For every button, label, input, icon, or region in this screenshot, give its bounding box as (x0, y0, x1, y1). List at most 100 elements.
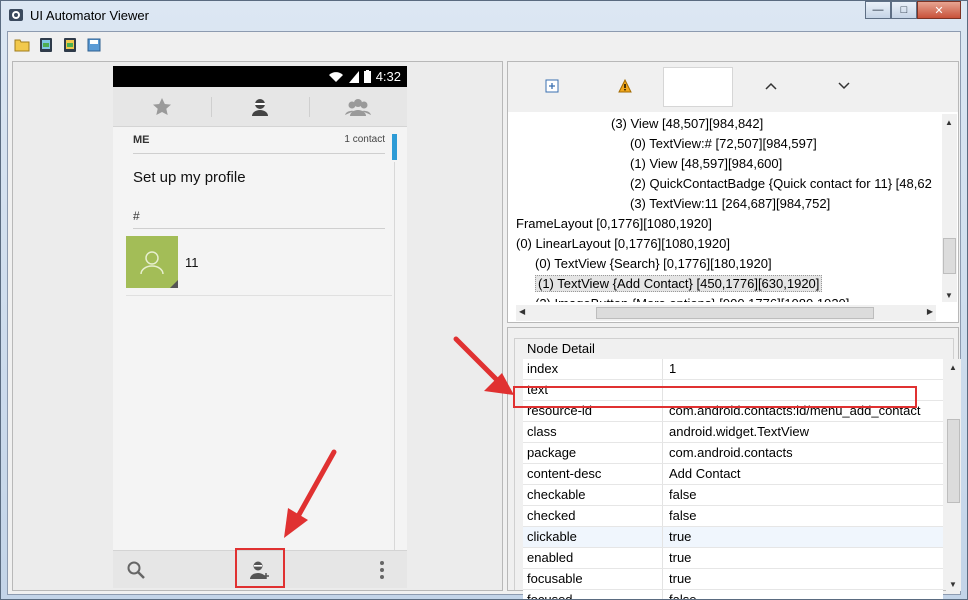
node-detail-pane: Node Detail index 1 text resource-id com.and… (507, 327, 961, 599)
detail-scroll-up-icon[interactable]: ▲ (949, 363, 957, 372)
scroll-right-arrow-icon[interactable]: ▶ (927, 307, 933, 316)
detail-key: checkable (523, 485, 663, 505)
tab-favorites[interactable] (113, 87, 211, 126)
tree-vertical-scrollbar[interactable]: ▲ ▼ (942, 114, 957, 302)
detail-row-enabled[interactable]: enabled true (523, 548, 943, 569)
close-button[interactable]: ✕ (917, 1, 961, 19)
tree-node-label: (3) View [48,507][984,842] (611, 116, 764, 131)
status-time: 4:32 (375, 69, 401, 84)
detail-value: Add Contact (669, 466, 741, 481)
tree-node-label: FrameLayout [0,1776][1080,1920] (516, 216, 712, 231)
more-options-button[interactable] (371, 559, 393, 581)
detail-row-clickable[interactable]: clickable true (523, 527, 943, 548)
search-icon (127, 561, 145, 579)
tree-node[interactable]: (0) TextView:# [72,507][984,597] (516, 134, 936, 154)
tab-groups[interactable] (309, 87, 407, 126)
detail-value: android.widget.TextView (669, 424, 809, 439)
tree-node-label: (1) TextView {Add Contact} [450,1776][63… (535, 275, 823, 292)
tree-node[interactable]: (3) TextView:11 [264,687][984,752] (516, 194, 936, 214)
tree-node[interactable]: (1) TextView {Add Contact} [450,1776][63… (516, 274, 936, 294)
annotation-arrow-icon (284, 449, 337, 538)
tree-node[interactable]: (3) View [48,507][984,842] (516, 114, 936, 134)
detail-value: com.android.contacts (669, 445, 793, 460)
save-icon[interactable] (85, 36, 103, 54)
section-header-hash: # (133, 209, 385, 229)
detail-key: index (523, 359, 663, 379)
tree-node[interactable]: (0) TextView {Search} [0,1776][180,1920] (516, 254, 936, 274)
expand-all-button[interactable] (542, 76, 562, 96)
detail-key: package (523, 443, 663, 463)
detail-key: enabled (523, 548, 663, 568)
app-icon (9, 9, 23, 21)
tree-node[interactable]: FrameLayout [0,1776][1080,1920] (516, 214, 936, 234)
tab-contacts[interactable] (211, 87, 309, 126)
client-area: 4:32 ME 1 contact Set up my profile # 11… (7, 31, 961, 599)
tree-node[interactable]: (0) LinearLayout [0,1776][1080,1920] (516, 234, 936, 254)
scroll-left-arrow-icon[interactable]: ◀ (519, 307, 525, 316)
detail-row-checked[interactable]: checked false (523, 506, 943, 527)
tree-node-label: (0) TextView {Search} [0,1776][180,1920] (535, 256, 772, 271)
detail-row-package[interactable]: package com.android.contacts (523, 443, 943, 464)
signal-icon (348, 70, 359, 83)
hierarchy-tree[interactable]: (3) View [48,507][984,842] (0) TextView:#… (516, 114, 936, 302)
contact-avatar[interactable] (126, 236, 178, 288)
scroll-up-arrow-icon[interactable]: ▲ (945, 118, 953, 127)
me-label: ME (133, 134, 150, 146)
add-contact-highlight-box (235, 548, 285, 588)
maximize-button[interactable]: □ (891, 1, 917, 19)
detail-row-index[interactable]: index 1 (523, 359, 943, 380)
device-screen[interactable]: 4:32 ME 1 contact Set up my profile # 11 (113, 66, 407, 588)
detail-row-content-desc[interactable]: content-desc Add Contact (523, 464, 943, 485)
list-scroll-indicator (392, 134, 397, 160)
chevron-up-icon (765, 82, 777, 90)
toggle-nafs-button[interactable] (615, 76, 635, 96)
open-folder-icon[interactable] (13, 36, 31, 54)
star-icon (153, 97, 171, 115)
tree-horizontal-scroll-thumb[interactable] (596, 307, 874, 319)
detail-value: 1 (669, 361, 677, 376)
detail-value: true (669, 550, 692, 565)
tree-node-label: (1) View [48,597][984,600] (630, 156, 783, 171)
window-controls: — □ ✕ (865, 1, 961, 19)
group-icon (345, 98, 371, 116)
detail-key: checked (523, 506, 663, 526)
tree-horizontal-scrollbar[interactable]: ◀ ▶ (516, 305, 936, 321)
title-bar: UI Automator Viewer — □ ✕ (1, 1, 967, 31)
detail-scroll-down-icon[interactable]: ▼ (949, 580, 957, 589)
hierarchy-search-box[interactable] (663, 67, 733, 107)
minimize-button[interactable]: — (865, 1, 891, 19)
next-match-button[interactable] (834, 76, 854, 96)
tree-node[interactable]: (1) View [48,597][984,600] (516, 154, 936, 174)
search-button[interactable] (125, 559, 147, 581)
tree-node[interactable]: (2) ImageButton {More options} [900,1776… (516, 294, 936, 302)
scroll-down-arrow-icon[interactable]: ▼ (945, 291, 953, 300)
device-screenshot-compressed-icon[interactable] (61, 36, 79, 54)
person-icon (252, 98, 268, 116)
device-screenshot-icon[interactable] (37, 36, 55, 54)
setup-profile-item[interactable]: Set up my profile (133, 169, 246, 186)
window-title: UI Automator Viewer (30, 8, 149, 23)
detail-scroll-thumb[interactable] (947, 419, 960, 503)
detail-row-checkable[interactable]: checkable false (523, 485, 943, 506)
detail-row-focusable[interactable]: focusable true (523, 569, 943, 590)
detail-vertical-scrollbar[interactable]: ▲ ▼ (946, 359, 961, 591)
node-detail-group: Node Detail index 1 text resource-id com.and… (514, 338, 961, 599)
detail-value: false (663, 590, 943, 599)
contact-name: 11 (185, 255, 199, 270)
tree-vertical-scroll-thumb[interactable] (943, 238, 956, 274)
tree-node-label: (2) ImageButton {More options} [900,1776… (535, 296, 849, 302)
status-bar: 4:32 (113, 66, 407, 87)
device-screenshot-pane: 4:32 ME 1 contact Set up my profile # 11 (12, 61, 503, 591)
detail-key: focused (523, 590, 663, 599)
detail-row-focused[interactable]: focusedfalse (523, 590, 943, 599)
detail-key: clickable (523, 527, 663, 547)
detail-row-class[interactable]: class android.widget.TextView (523, 422, 943, 443)
contact-list-item[interactable]: 11 (126, 236, 392, 296)
detail-key: focusable (523, 569, 663, 589)
contact-count: 1 contact (344, 134, 385, 145)
tree-node[interactable]: (2) QuickContactBadge {Quick contact for… (516, 174, 936, 194)
avatar-person-icon (140, 251, 164, 275)
previous-match-button[interactable] (761, 76, 781, 96)
expand-all-icon (545, 79, 559, 93)
detail-value: true (669, 571, 692, 586)
